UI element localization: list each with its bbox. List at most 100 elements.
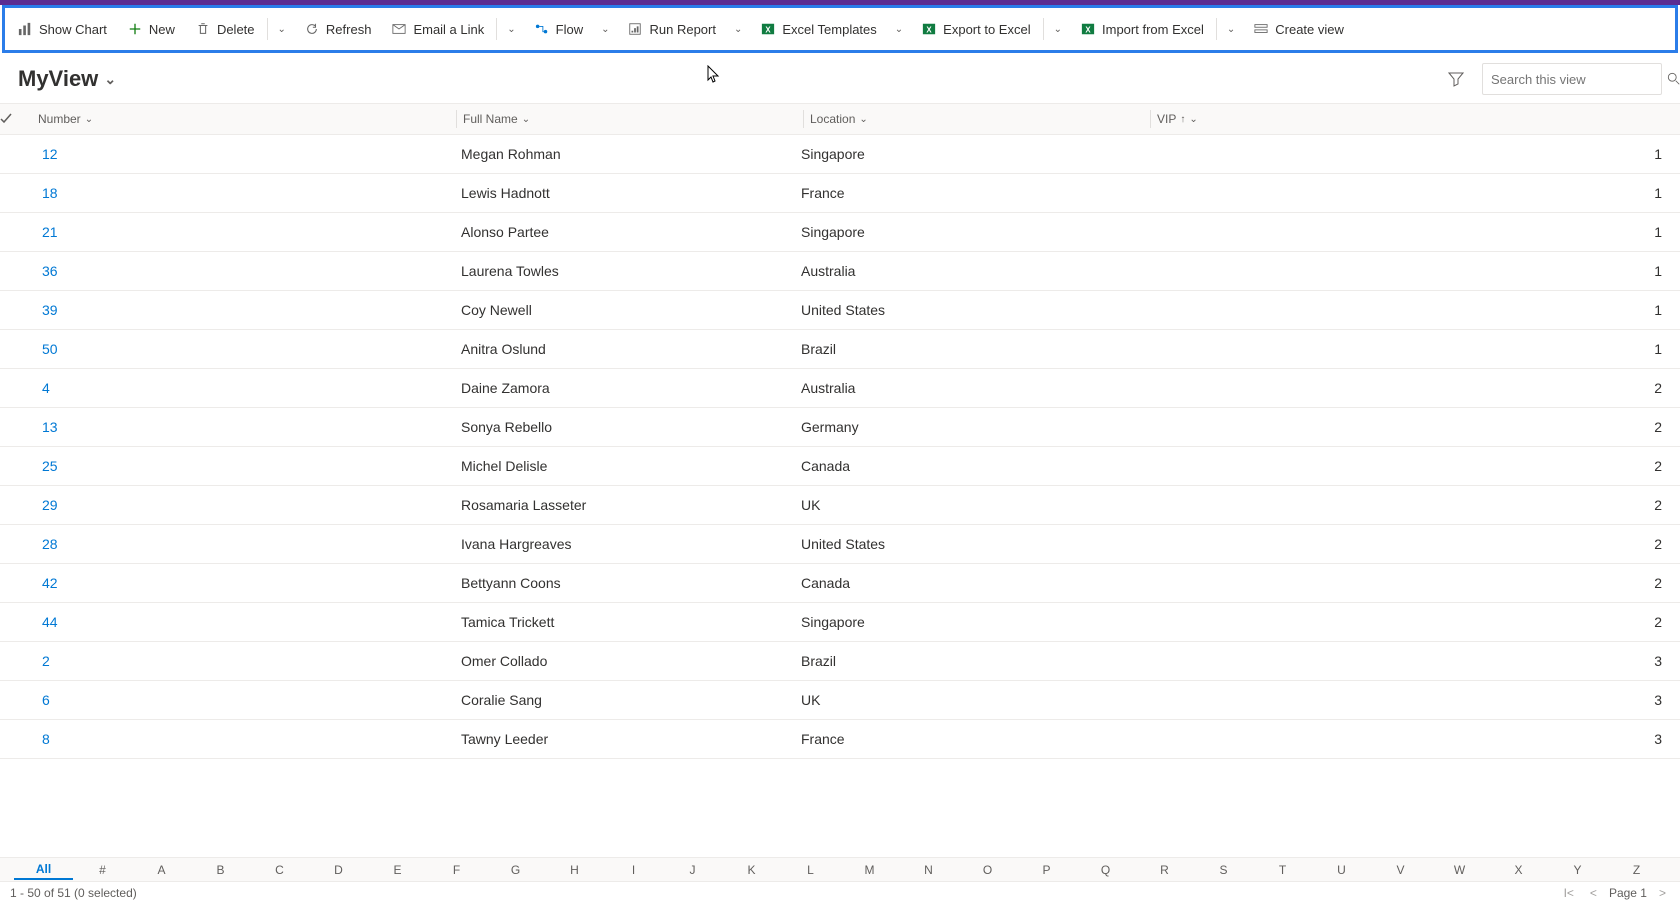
record-link[interactable]: 29	[42, 497, 58, 513]
alpha-filter-w[interactable]: W	[1430, 861, 1489, 879]
table-row[interactable]: 29Rosamaria LasseterUK2	[0, 486, 1680, 525]
alpha-filter-a[interactable]: A	[132, 861, 191, 879]
table-row[interactable]: 4Daine ZamoraAustralia2	[0, 369, 1680, 408]
record-link[interactable]: 25	[42, 458, 58, 474]
alpha-filter-o[interactable]: O	[958, 861, 1017, 879]
alpha-filter-j[interactable]: J	[663, 861, 722, 879]
alpha-filter-y[interactable]: Y	[1548, 861, 1607, 879]
select-all-checkbox[interactable]	[0, 113, 36, 125]
refresh-button[interactable]: Refresh	[294, 10, 382, 48]
search-input[interactable]	[1491, 72, 1667, 87]
page-next-button[interactable]: >	[1655, 886, 1670, 900]
email-link-chevron[interactable]: ⌄	[499, 10, 523, 48]
table-row[interactable]: 2Omer ColladoBrazil3	[0, 642, 1680, 681]
page-first-button[interactable]: I<	[1560, 886, 1578, 900]
flow-chevron[interactable]: ⌄	[593, 10, 617, 48]
alpha-filter-u[interactable]: U	[1312, 861, 1371, 879]
page-prev-button[interactable]: <	[1586, 886, 1601, 900]
alpha-filter-r[interactable]: R	[1135, 861, 1194, 879]
chevron-down-icon: ⌄	[1227, 24, 1235, 35]
show-chart-button[interactable]: Show Chart	[7, 10, 117, 48]
alpha-filter-l[interactable]: L	[781, 861, 840, 879]
record-link[interactable]: 28	[42, 536, 58, 552]
cell-location: United States	[796, 302, 1136, 318]
table-row[interactable]: 28Ivana HargreavesUnited States2	[0, 525, 1680, 564]
alpha-filter-#[interactable]: #	[73, 861, 132, 879]
alpha-filter-n[interactable]: N	[899, 861, 958, 879]
alpha-filter-e[interactable]: E	[368, 861, 427, 879]
cell-location: Canada	[796, 575, 1136, 591]
alpha-filter-g[interactable]: G	[486, 861, 545, 879]
alpha-filter-c[interactable]: C	[250, 861, 309, 879]
column-header-fullname[interactable]: Full Name ⌄	[463, 112, 803, 126]
record-link[interactable]: 50	[42, 341, 58, 357]
alpha-filter-s[interactable]: S	[1194, 861, 1253, 879]
export-excel-button[interactable]: X Export to Excel	[911, 10, 1040, 48]
export-excel-chevron[interactable]: ⌄	[1046, 10, 1070, 48]
flow-button[interactable]: Flow	[524, 10, 593, 48]
record-link[interactable]: 42	[42, 575, 58, 591]
delete-button[interactable]: Delete	[185, 10, 265, 48]
excel-templates-chevron[interactable]: ⌄	[887, 10, 911, 48]
alpha-filter-all[interactable]: All	[14, 860, 73, 880]
alpha-filter-t[interactable]: T	[1253, 861, 1312, 879]
record-link[interactable]: 18	[42, 185, 58, 201]
create-view-button[interactable]: Create view	[1243, 10, 1354, 48]
record-link[interactable]: 21	[42, 224, 58, 240]
table-row[interactable]: 12Megan RohmanSingapore1	[0, 135, 1680, 174]
cell-location: France	[796, 731, 1136, 747]
alpha-filter-m[interactable]: M	[840, 861, 899, 879]
record-link[interactable]: 8	[42, 731, 50, 747]
alpha-filter-v[interactable]: V	[1371, 861, 1430, 879]
alpha-filter-x[interactable]: X	[1489, 861, 1548, 879]
column-header-number[interactable]: Number ⌄	[36, 112, 456, 126]
column-header-location[interactable]: Location ⌄	[810, 112, 1150, 126]
search-box[interactable]	[1482, 63, 1662, 95]
mail-icon	[391, 21, 407, 37]
filter-button[interactable]	[1438, 65, 1474, 93]
record-link[interactable]: 44	[42, 614, 58, 630]
table-row[interactable]: 21Alonso ParteeSingapore1	[0, 213, 1680, 252]
alpha-filter-f[interactable]: F	[427, 861, 486, 879]
column-header-vip[interactable]: VIP ↑ ⌄	[1157, 112, 1672, 126]
table-row[interactable]: 18Lewis HadnottFrance1	[0, 174, 1680, 213]
run-report-chevron[interactable]: ⌄	[726, 10, 750, 48]
alpha-filter-p[interactable]: P	[1017, 861, 1076, 879]
delete-chevron[interactable]: ⌄	[270, 10, 294, 48]
cell-location: Singapore	[796, 146, 1136, 162]
grid-body[interactable]: 12Megan RohmanSingapore118Lewis HadnottF…	[0, 135, 1680, 773]
record-link[interactable]: 4	[42, 380, 50, 396]
record-link[interactable]: 6	[42, 692, 50, 708]
record-link[interactable]: 2	[42, 653, 50, 669]
table-row[interactable]: 10Madaline NeblettMalayasia3	[0, 759, 1680, 773]
table-row[interactable]: 25Michel DelisleCanada2	[0, 447, 1680, 486]
table-row[interactable]: 8Tawny LeederFrance3	[0, 720, 1680, 759]
view-selector[interactable]: MyView ⌄	[18, 66, 116, 92]
email-link-button[interactable]: Email a Link	[381, 10, 494, 48]
table-row[interactable]: 44Tamica TrickettSingapore2	[0, 603, 1680, 642]
alpha-filter-h[interactable]: H	[545, 861, 604, 879]
cell-location: United States	[796, 536, 1136, 552]
new-button[interactable]: New	[117, 10, 185, 48]
alpha-filter-d[interactable]: D	[309, 861, 368, 879]
table-row[interactable]: 50Anitra OslundBrazil1	[0, 330, 1680, 369]
record-link[interactable]: 12	[42, 146, 58, 162]
table-row[interactable]: 42Bettyann CoonsCanada2	[0, 564, 1680, 603]
alpha-filter-b[interactable]: B	[191, 861, 250, 879]
alpha-filter-i[interactable]: I	[604, 861, 663, 879]
alpha-filter-k[interactable]: K	[722, 861, 781, 879]
run-report-button[interactable]: Run Report	[617, 10, 725, 48]
table-row[interactable]: 36Laurena TowlesAustralia1	[0, 252, 1680, 291]
alpha-filter-z[interactable]: Z	[1607, 861, 1666, 879]
table-row[interactable]: 13Sonya RebelloGermany2	[0, 408, 1680, 447]
table-row[interactable]: 6Coralie SangUK3	[0, 681, 1680, 720]
record-link[interactable]: 13	[42, 419, 58, 435]
import-excel-button[interactable]: X Import from Excel	[1070, 10, 1214, 48]
alpha-filter-q[interactable]: Q	[1076, 861, 1135, 879]
excel-templates-button[interactable]: X Excel Templates	[750, 10, 886, 48]
record-link[interactable]: 10	[42, 770, 58, 773]
record-link[interactable]: 39	[42, 302, 58, 318]
table-row[interactable]: 39Coy NewellUnited States1	[0, 291, 1680, 330]
import-excel-chevron[interactable]: ⌄	[1219, 10, 1243, 48]
record-link[interactable]: 36	[42, 263, 58, 279]
